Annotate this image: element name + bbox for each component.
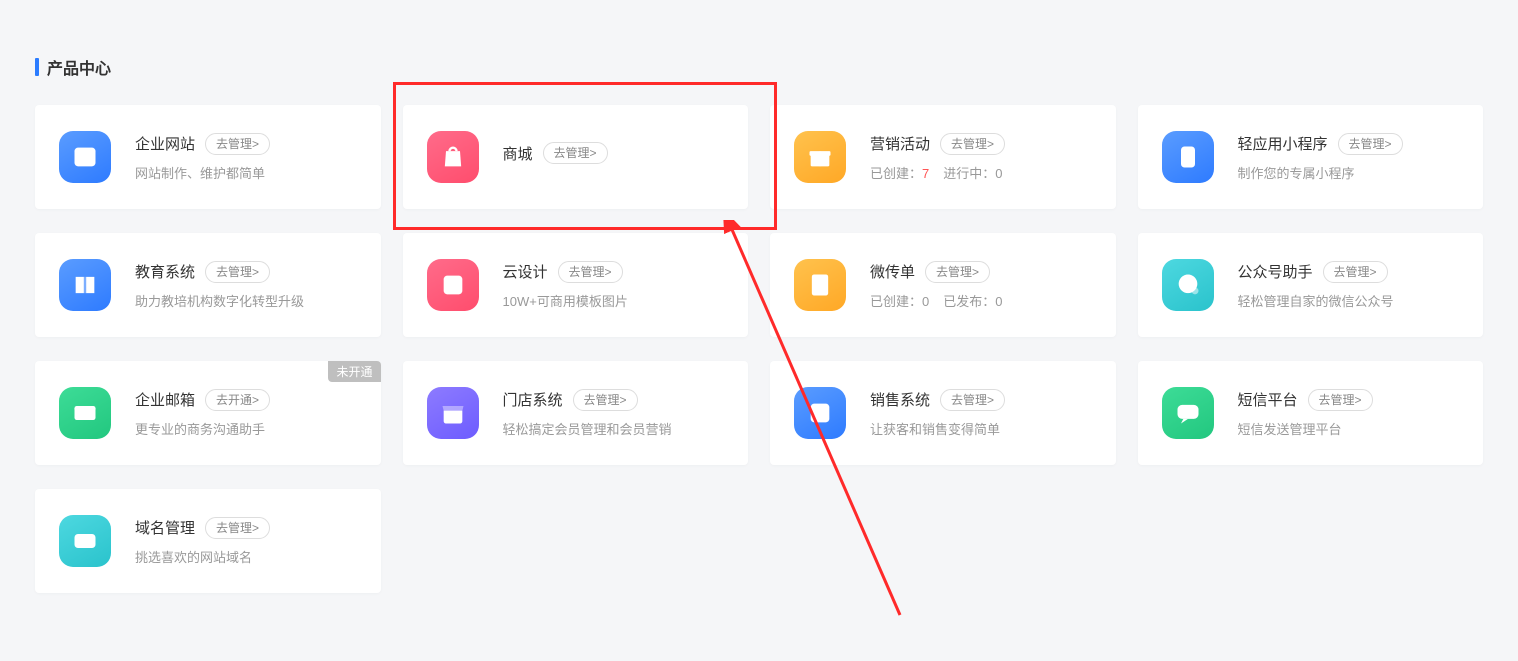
domain-icon (59, 515, 111, 567)
card-desc: 轻松搞定会员管理和会员营销 (503, 419, 725, 438)
product-card-site[interactable]: 企业网站去管理> 网站制作、维护都简单 (35, 105, 381, 209)
product-card-sales[interactable]: 销售系统去管理> 让获客和销售变得简单 (770, 361, 1116, 465)
section-title: 产品中心 (35, 55, 1483, 79)
card-title: 销售系统 (870, 389, 930, 410)
card-title: 商城 (503, 143, 533, 164)
card-desc: 短信发送管理平台 (1238, 419, 1460, 438)
card-title: 教育系统 (135, 261, 195, 282)
card-stats: 已创建：7进行中：0 (870, 163, 1092, 182)
card-title: 公众号助手 (1238, 261, 1313, 282)
section-title-text: 产品中心 (47, 55, 111, 79)
manage-button[interactable]: 去管理> (205, 133, 270, 155)
card-desc: 更专业的商务沟通助手 (135, 419, 357, 438)
card-title: 企业邮箱 (135, 389, 195, 410)
shop-icon (427, 387, 479, 439)
manage-button[interactable]: 去管理> (1308, 389, 1373, 411)
product-card-design[interactable]: 云设计去管理> 10W+可商用模板图片 (403, 233, 749, 337)
doc-icon (794, 259, 846, 311)
card-title: 微传单 (870, 261, 915, 282)
list-icon (794, 387, 846, 439)
card-title: 域名管理 (135, 517, 195, 538)
manage-button[interactable]: 去管理> (205, 261, 270, 283)
manage-button[interactable]: 去管理> (573, 389, 638, 411)
card-title: 营销活动 (870, 133, 930, 154)
product-card-mall[interactable]: 商城去管理> (403, 105, 749, 209)
browser-icon (59, 131, 111, 183)
card-title: 门店系统 (503, 389, 563, 410)
product-card-store[interactable]: 门店系统去管理> 轻松搞定会员管理和会员营销 (403, 361, 749, 465)
phone-icon (1162, 131, 1214, 183)
status-badge: 未开通 (328, 361, 380, 382)
manage-button[interactable]: 去开通> (205, 389, 270, 411)
product-grid: 企业网站去管理>网站制作、维护都简单商城去管理>营销活动去管理>已创建：7进行中… (35, 105, 1483, 593)
manage-button[interactable]: 去管理> (205, 517, 270, 539)
product-card-mail[interactable]: 企业邮箱去开通> 更专业的商务沟通助手 未开通 (35, 361, 381, 465)
product-card-sms[interactable]: 短信平台去管理> 短信发送管理平台 (1138, 361, 1484, 465)
product-card-domain[interactable]: 域名管理去管理> 挑选喜欢的网站域名 (35, 489, 381, 593)
manage-button[interactable]: 去管理> (1323, 261, 1388, 283)
card-desc: 网站制作、维护都简单 (135, 163, 357, 182)
card-desc: 让获客和销售变得简单 (870, 419, 1092, 438)
book-icon (59, 259, 111, 311)
gift-icon (794, 131, 846, 183)
msg-icon (1162, 387, 1214, 439)
product-card-flyer[interactable]: 微传单去管理> 已创建：0已发布：0 (770, 233, 1116, 337)
product-card-activity[interactable]: 营销活动去管理> 已创建：7进行中：0 (770, 105, 1116, 209)
manage-button[interactable]: 去管理> (558, 261, 623, 283)
card-stats: 已创建：0已发布：0 (870, 291, 1092, 310)
card-title: 企业网站 (135, 133, 195, 154)
manage-button[interactable]: 去管理> (543, 142, 608, 164)
product-card-edu[interactable]: 教育系统去管理> 助力教培机构数字化转型升级 (35, 233, 381, 337)
card-desc: 制作您的专属小程序 (1238, 163, 1460, 182)
card-desc: 助力教培机构数字化转型升级 (135, 291, 357, 310)
manage-button[interactable]: 去管理> (925, 261, 990, 283)
bag-icon (427, 131, 479, 183)
manage-button[interactable]: 去管理> (1338, 133, 1403, 155)
manage-button[interactable]: 去管理> (940, 133, 1005, 155)
manage-button[interactable]: 去管理> (940, 389, 1005, 411)
card-desc: 挑选喜欢的网站域名 (135, 547, 357, 566)
card-title: 轻应用小程序 (1238, 133, 1328, 154)
card-desc: 轻松管理自家的微信公众号 (1238, 291, 1460, 310)
image-icon (427, 259, 479, 311)
card-title: 云设计 (503, 261, 548, 282)
product-card-miniapp[interactable]: 轻应用小程序去管理> 制作您的专属小程序 (1138, 105, 1484, 209)
card-title: 短信平台 (1238, 389, 1298, 410)
card-desc: 10W+可商用模板图片 (503, 291, 725, 310)
product-card-wechat[interactable]: 公众号助手去管理> 轻松管理自家的微信公众号 (1138, 233, 1484, 337)
mail-icon (59, 387, 111, 439)
chat-icon (1162, 259, 1214, 311)
